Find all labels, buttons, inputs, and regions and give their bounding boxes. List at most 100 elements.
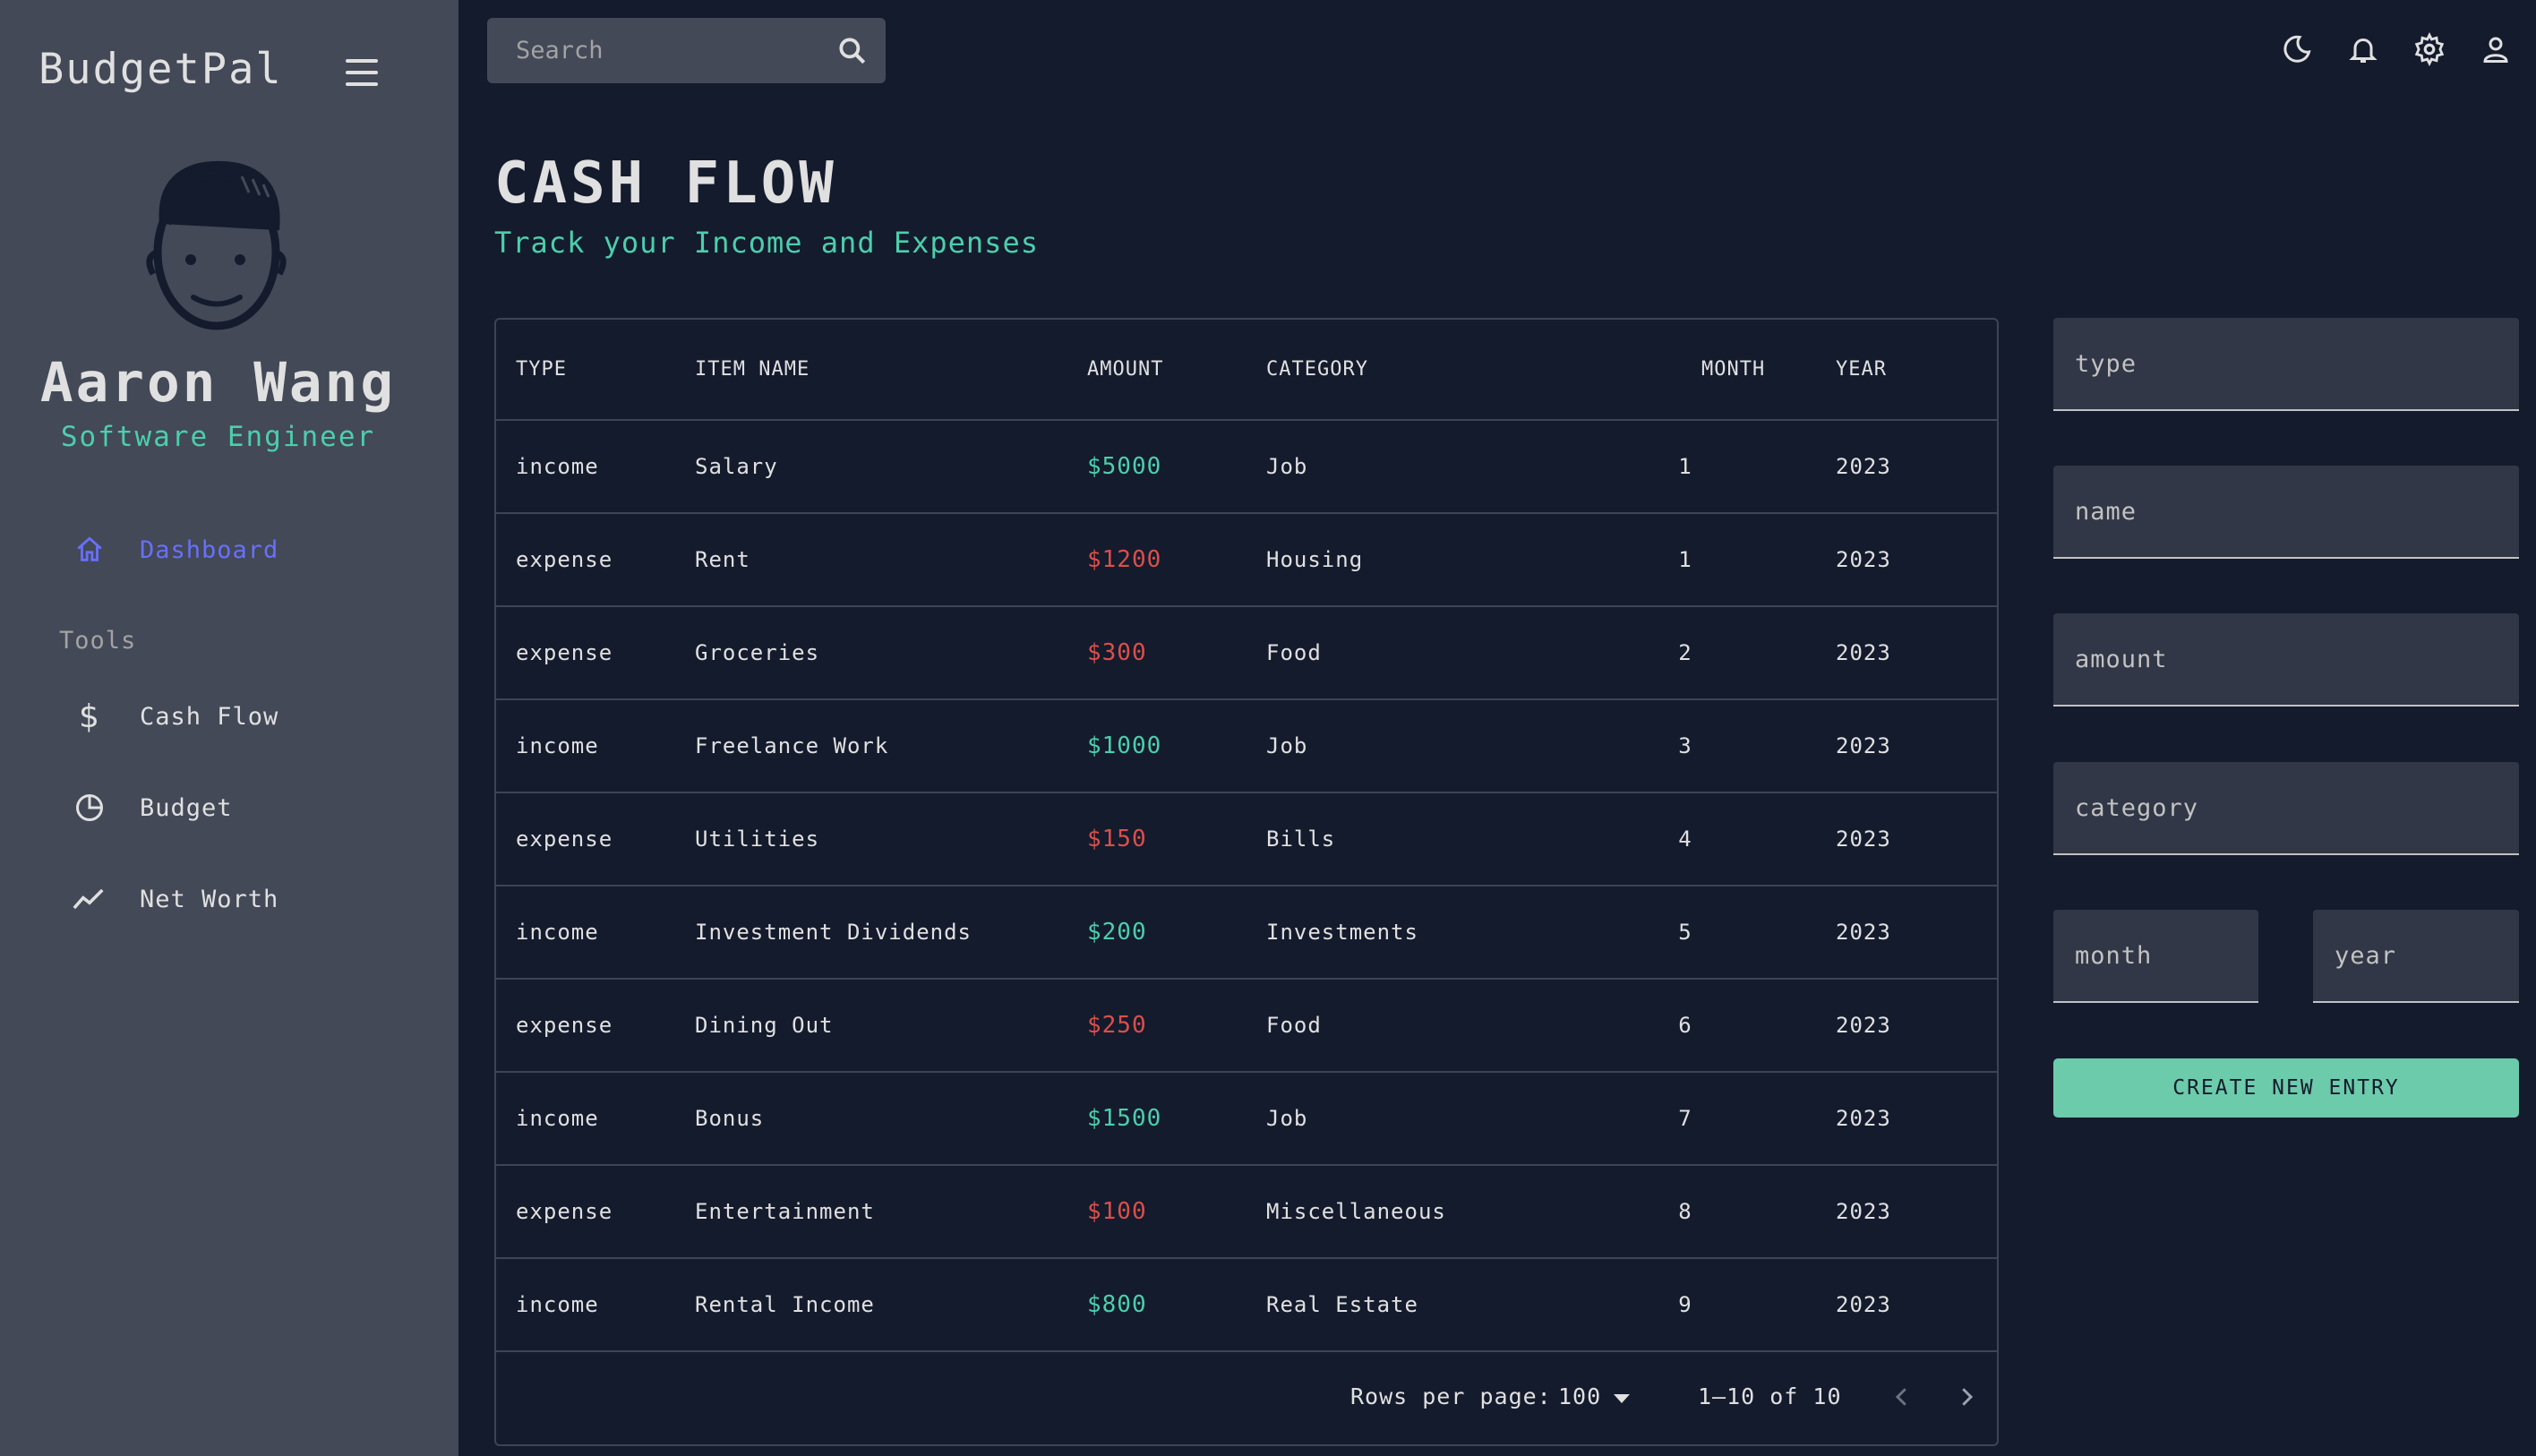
- nav-item-budget[interactable]: Budget: [72, 781, 430, 835]
- name-input[interactable]: [2053, 466, 2519, 557]
- column-header-category[interactable]: CATEGORY: [1266, 320, 1368, 419]
- cell-month: 6: [1678, 1013, 1692, 1038]
- month-field: [2053, 910, 2258, 1003]
- search-icon[interactable]: [835, 34, 870, 68]
- nav-item-dashboard[interactable]: Dashboard: [72, 523, 430, 577]
- cell-year: 2023: [1836, 454, 1891, 479]
- cell-type: income: [516, 454, 599, 479]
- year-input[interactable]: [2313, 910, 2519, 1001]
- cell-item-name: Salary: [695, 454, 778, 479]
- amount-input[interactable]: [2053, 613, 2519, 705]
- dark-mode-icon[interactable]: [2278, 30, 2316, 68]
- search-box: [487, 18, 886, 83]
- bell-icon[interactable]: [2344, 30, 2382, 68]
- cell-category: Food: [1266, 640, 1322, 665]
- cell-amount: $1200: [1087, 546, 1162, 573]
- cell-item-name: Bonus: [695, 1106, 765, 1131]
- table-row[interactable]: expense Dining Out $250 Food 6 2023: [496, 980, 1997, 1073]
- table-row[interactable]: expense Groceries $300 Food 2 2023: [496, 607, 1997, 700]
- cell-type: income: [516, 733, 599, 758]
- user-icon[interactable]: [2477, 30, 2515, 68]
- column-header-year[interactable]: YEAR: [1836, 320, 1887, 419]
- cell-category: Job: [1266, 733, 1308, 758]
- cell-month: 5: [1678, 920, 1692, 945]
- cell-type: expense: [516, 1013, 613, 1038]
- dollar-icon: $: [79, 698, 100, 735]
- table-row[interactable]: income Investment Dividends $200 Investment…: [496, 886, 1997, 980]
- table-header-row: TYPE ITEM NAME AMOUNT CATEGORY MONTH YEA…: [496, 320, 1997, 421]
- rows-per-page-select[interactable]: 100: [1558, 1383, 1601, 1409]
- table-row[interactable]: income Freelance Work $1000 Job 3 2023: [496, 700, 1997, 793]
- pie-chart-icon: [72, 790, 107, 826]
- cell-item-name: Investment Dividends: [695, 920, 972, 945]
- table-row[interactable]: income Salary $5000 Job 1 2023: [496, 421, 1997, 514]
- table-row[interactable]: expense Utilities $150 Bills 4 2023: [496, 793, 1997, 886]
- cell-type: expense: [516, 1199, 613, 1224]
- cell-amount: $1500: [1087, 1105, 1162, 1132]
- search-input[interactable]: [487, 18, 818, 83]
- cell-category: Job: [1266, 454, 1308, 479]
- amount-field: [2053, 613, 2519, 707]
- cell-month: 2: [1678, 640, 1692, 665]
- cell-year: 2023: [1836, 1013, 1891, 1038]
- cell-type: expense: [516, 640, 613, 665]
- cell-amount: $150: [1087, 826, 1147, 852]
- column-header-month[interactable]: MONTH: [1701, 320, 1765, 419]
- cell-item-name: Freelance Work: [695, 733, 889, 758]
- nav-item-label: Budget: [140, 793, 233, 822]
- profile-name: Aaron Wang: [39, 351, 397, 415]
- chevron-right-icon[interactable]: [1953, 1382, 1980, 1412]
- table-row[interactable]: income Rental Income $800 Real Estate 9 2023: [496, 1259, 1997, 1352]
- cell-month: 4: [1678, 826, 1692, 852]
- cell-year: 2023: [1836, 547, 1891, 572]
- cell-item-name: Rental Income: [695, 1292, 875, 1317]
- month-input[interactable]: [2053, 910, 2258, 1001]
- cell-amount: $1000: [1087, 732, 1162, 759]
- profile-role: Software Engineer: [60, 421, 376, 453]
- app-brand: BudgetPal: [39, 45, 283, 94]
- avatar: [146, 160, 287, 330]
- trend-line-icon: [72, 881, 107, 917]
- cell-category: Bills: [1266, 826, 1336, 852]
- create-new-entry-button[interactable]: CREATE NEW ENTRY: [2053, 1058, 2519, 1118]
- nav-item-label: Cash Flow: [140, 702, 279, 731]
- year-field: [2313, 910, 2519, 1003]
- home-icon: [72, 532, 107, 568]
- cell-month: 7: [1678, 1106, 1692, 1131]
- topbar-actions: [2278, 30, 2515, 68]
- pagination-range: 1–10 of 10: [1698, 1383, 1842, 1409]
- cell-year: 2023: [1836, 733, 1891, 758]
- page-title: CASH FLOW: [494, 150, 837, 217]
- menu-icon[interactable]: [346, 59, 378, 86]
- table-row[interactable]: income Bonus $1500 Job 7 2023: [496, 1073, 1997, 1166]
- cell-item-name: Entertainment: [695, 1199, 875, 1224]
- nav-item-label: Dashboard: [140, 535, 279, 564]
- cell-amount: $800: [1087, 1291, 1147, 1318]
- cell-amount: $200: [1087, 919, 1147, 946]
- cell-type: income: [516, 1292, 599, 1317]
- table-row[interactable]: expense Rent $1200 Housing 1 2023: [496, 514, 1997, 607]
- nav-section-tools: Tools: [59, 627, 137, 655]
- type-input[interactable]: [2053, 318, 2519, 409]
- cell-type: expense: [516, 547, 613, 572]
- nav-item-net-worth[interactable]: Net Worth: [72, 872, 430, 926]
- cell-item-name: Rent: [695, 547, 750, 572]
- cell-year: 2023: [1836, 1292, 1891, 1317]
- cell-type: income: [516, 920, 599, 945]
- cell-item-name: Utilities: [695, 826, 820, 852]
- column-header-amount[interactable]: AMOUNT: [1087, 320, 1163, 419]
- table-row[interactable]: expense Entertainment $100 Miscellaneous 8 20…: [496, 1166, 1997, 1259]
- chevron-left-icon[interactable]: [1889, 1382, 1915, 1412]
- column-header-item-name[interactable]: ITEM NAME: [695, 320, 810, 419]
- nav-item-label: Net Worth: [140, 885, 279, 913]
- category-input[interactable]: [2053, 762, 2519, 853]
- column-header-type[interactable]: TYPE: [516, 320, 567, 419]
- gear-icon[interactable]: [2411, 30, 2448, 68]
- type-field: [2053, 318, 2519, 411]
- app-root: BudgetPal Aaron Wang Software Engineer D…: [0, 0, 2536, 1456]
- nav-item-cash-flow[interactable]: $ Cash Flow: [72, 689, 430, 743]
- cell-amount: $5000: [1087, 453, 1162, 480]
- category-field: [2053, 762, 2519, 855]
- cell-month: 1: [1678, 454, 1692, 479]
- caret-down-icon[interactable]: [1614, 1394, 1630, 1403]
